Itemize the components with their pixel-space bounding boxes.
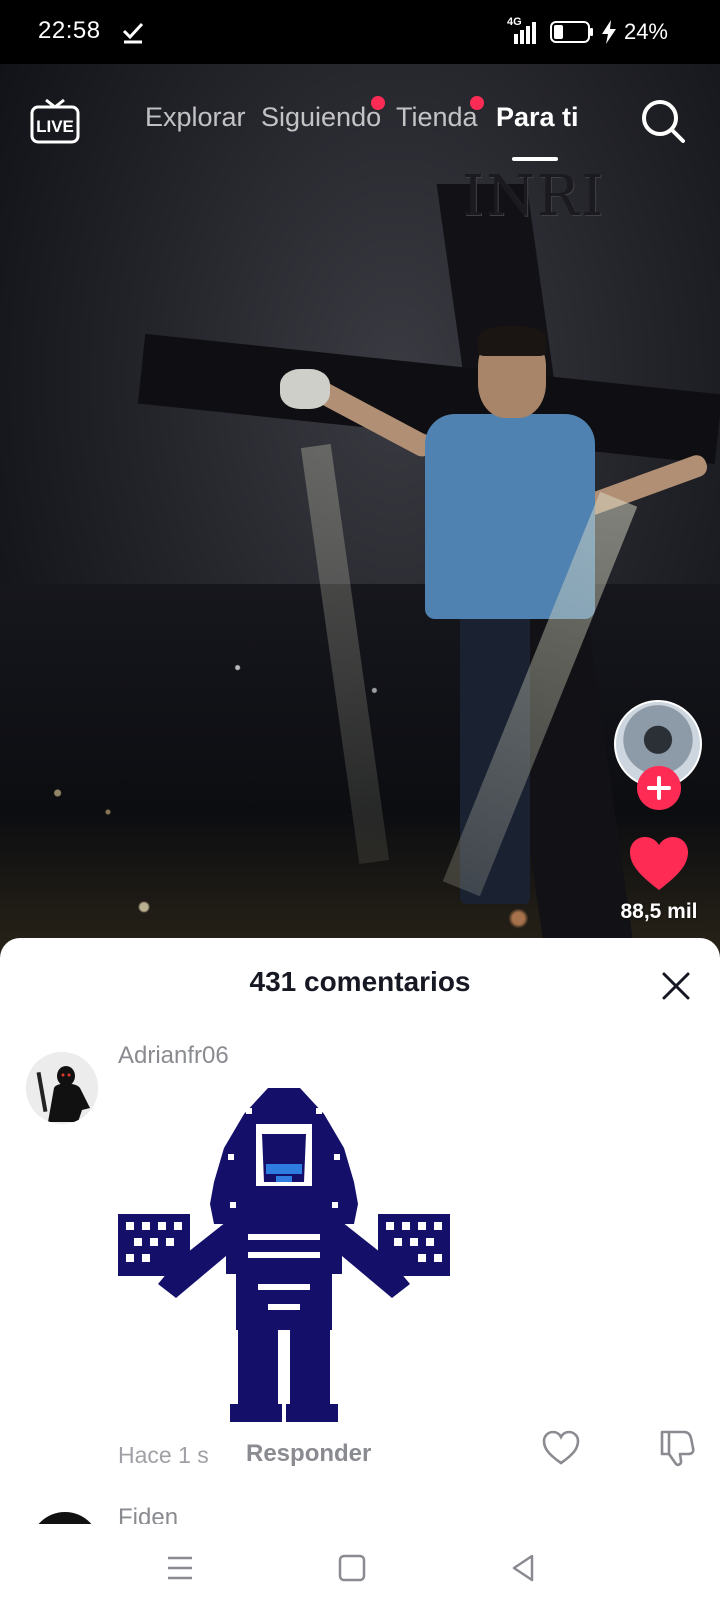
pixel-art-sticker (118, 1088, 450, 1422)
dislike-icon[interactable] (656, 1428, 696, 1468)
tab-explorar[interactable]: Explorar (145, 102, 246, 133)
home-icon[interactable] (334, 1550, 370, 1586)
video-person-hair (478, 326, 546, 356)
signal-icon: 4G (502, 16, 542, 46)
follow-plus-icon[interactable] (637, 766, 681, 810)
video-rag (280, 369, 330, 409)
live-icon[interactable]: LIVE (30, 98, 80, 144)
search-icon[interactable] (640, 98, 686, 144)
battery-icon (549, 21, 593, 43)
reply-button[interactable]: Responder (246, 1440, 371, 1468)
tab-siguiendo[interactable]: Siguiendo (261, 102, 381, 133)
comments-title: 431 comentarios (249, 966, 471, 997)
tienda-notification-dot (470, 96, 484, 110)
video-player[interactable]: INRI (0, 64, 720, 964)
top-nav: LIVE Explorar Siguiendo Tienda Para ti (0, 64, 720, 184)
download-check-icon (122, 22, 144, 44)
heart-icon[interactable] (628, 836, 690, 892)
close-icon[interactable] (660, 970, 692, 1002)
live-label: LIVE (36, 117, 74, 136)
next-comment-username[interactable]: Fiden (118, 1504, 178, 1524)
next-comment-avatar[interactable] (30, 1512, 100, 1524)
comment-time: Hace 1 s (118, 1442, 209, 1468)
menu-icon[interactable] (162, 1550, 198, 1586)
comment-avatar[interactable] (26, 1052, 98, 1124)
tab-tienda[interactable]: Tienda (396, 102, 478, 133)
back-icon[interactable] (506, 1550, 542, 1586)
comments-sheet: 431 comentarios Adrianfr06 Hace 1 s Resp… (0, 938, 720, 1524)
network-label: 4G (506, 16, 522, 28)
system-nav-bar (0, 1524, 720, 1612)
status-right: 4G 24% (502, 16, 668, 46)
charging-icon (601, 20, 616, 44)
comment-username[interactable]: Adrianfr06 (118, 1042, 229, 1070)
battery-percent: 24% (623, 19, 668, 44)
active-tab-indicator (512, 157, 558, 161)
comment-heart-icon[interactable] (542, 1430, 580, 1466)
tab-para-ti[interactable]: Para ti (496, 102, 579, 133)
siguiendo-notification-dot (371, 96, 385, 110)
screen: 22:58 4G 24% INRI LIVE Explorar Siguiend… (0, 0, 720, 1612)
status-time: 22:58 (38, 17, 101, 44)
status-bar: 22:58 4G 24% (0, 0, 720, 64)
like-count: 88,5 mil (620, 900, 698, 923)
